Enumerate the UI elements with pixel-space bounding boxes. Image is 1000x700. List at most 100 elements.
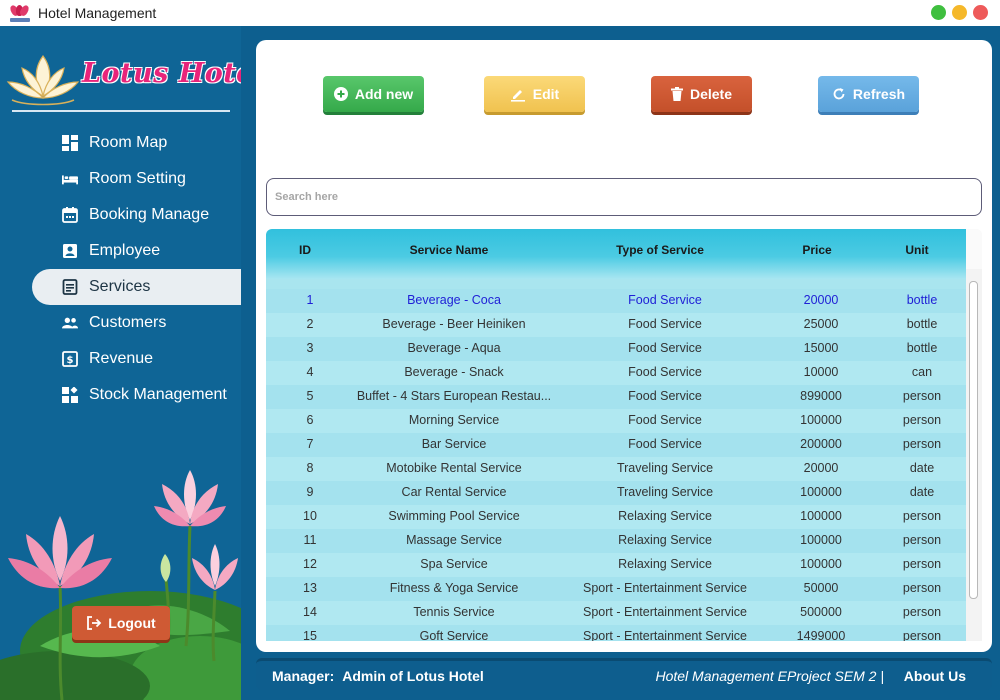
project-name: Hotel Management EProject SEM 2 | (655, 667, 884, 684)
table-cell: 25000 (803, 317, 839, 331)
about-us-link[interactable]: About Us (904, 668, 966, 684)
sidebar-nav: Room Map Room Setting Booking Manage Emp… (0, 125, 241, 413)
table-cell: Buffet - 4 Stars European Restau... (356, 389, 552, 403)
table-cell: Sport - Entertainment Service (583, 605, 747, 619)
table-cell: 1 (306, 293, 314, 307)
edit-label: Edit (532, 86, 560, 102)
column-header-id[interactable]: ID (299, 243, 311, 257)
table-cell: can (911, 365, 933, 379)
add-new-label: Add new (354, 86, 414, 102)
table-cell: 50000 (803, 581, 839, 595)
maximize-button[interactable] (952, 5, 967, 20)
money-icon: $ (62, 351, 78, 367)
sidebar-item-label: Room Setting (89, 170, 186, 187)
table-row[interactable]: 11 Massage Service Relaxing Service 100000 p… (266, 529, 966, 553)
table-row[interactable]: 2 Beverage - Beer Heiniken Food Service 250… (266, 313, 966, 337)
plus-circle-icon (333, 87, 348, 101)
table-cell: 15 (303, 629, 317, 641)
table-cell: 899000 (800, 389, 842, 403)
table-cell: 15000 (803, 341, 839, 355)
manager-label: Manager: (272, 667, 335, 684)
calendar-icon (62, 207, 78, 223)
lotus-logo-icon (6, 54, 80, 106)
services-table: ID Service Name Type of Service Price Un… (266, 229, 982, 641)
table-cell: 7 (306, 437, 314, 451)
table-cell: 14 (303, 605, 317, 619)
table-row[interactable]: 6 Morning Service Food Service 100000 person (266, 409, 966, 433)
logout-button[interactable]: Logout (72, 606, 170, 640)
table-cell: Motobike Rental Service (386, 461, 522, 475)
table-body: 1 Beverage - Coca Food Service 20000 bottle 2… (266, 279, 966, 641)
table-cell: Spa Service (420, 557, 488, 571)
sidebar: Lotus Hotel Room Map Room Setting Bookin… (0, 26, 241, 700)
table-cell: 20000 (803, 293, 839, 307)
sidebar-item-label: Stock Management (89, 386, 227, 403)
table-cell: Massage Service (406, 533, 502, 547)
app-icon (8, 3, 31, 22)
table-cell: Beverage - Beer Heiniken (382, 317, 526, 331)
table-row[interactable]: 5 Buffet - 4 Stars European Restau... Food… (266, 385, 966, 409)
table-cell: 100000 (800, 509, 842, 523)
widgets-icon (62, 387, 78, 403)
table-cell: Relaxing Service (618, 509, 712, 523)
sidebar-item-revenue[interactable]: $ Revenue (0, 341, 241, 377)
delete-button[interactable]: Delete (651, 76, 752, 112)
dashboard-icon (62, 135, 78, 151)
table-row[interactable]: 3 Beverage - Aqua Food Service 15000 bottle (266, 337, 966, 361)
refresh-icon (833, 88, 845, 100)
table-cell: Relaxing Service (618, 533, 712, 547)
edit-button[interactable]: Edit (484, 76, 585, 112)
close-button[interactable] (973, 5, 988, 20)
table-cell: 100000 (800, 557, 842, 571)
add-new-button[interactable]: Add new (323, 76, 424, 112)
table-cell: 2 (306, 317, 314, 331)
logout-label: Logout (108, 615, 156, 631)
sidebar-item-label: Revenue (89, 350, 154, 367)
table-cell: 13 (303, 581, 317, 595)
table-row[interactable]: 15 Goft Service Sport - Entertainment Serv… (266, 625, 966, 641)
table-cell: 12 (303, 557, 317, 571)
lotus-flowers-image (0, 470, 241, 700)
table-cell: 3 (306, 341, 314, 355)
table-cell: 100000 (800, 533, 842, 547)
column-header-unit[interactable]: Unit (905, 243, 928, 257)
table-row[interactable]: 13 Fitness & Yoga Service Sport - Entertai… (266, 577, 966, 601)
sidebar-item-customers[interactable]: Customers (0, 305, 241, 341)
table-row[interactable]: 4 Beverage - Snack Food Service 10000 can (266, 361, 966, 385)
search-input[interactable] (266, 178, 982, 216)
table-cell: Beverage - Coca (407, 293, 501, 307)
table-row[interactable]: 8 Motobike Rental Service Traveling Servic… (266, 457, 966, 481)
table-row[interactable]: 1 Beverage - Coca Food Service 20000 bottle (266, 289, 966, 313)
svg-text:$: $ (67, 355, 74, 366)
sidebar-item-room-setting[interactable]: Room Setting (0, 161, 241, 197)
scrollbar-thumb[interactable] (969, 281, 978, 599)
minimize-button[interactable] (931, 5, 946, 20)
table-row[interactable]: 7 Bar Service Food Service 200000 person (266, 433, 966, 457)
sidebar-item-room-map[interactable]: Room Map (0, 125, 241, 161)
table-cell: Morning Service (408, 413, 500, 427)
scrollbar-corner (966, 229, 982, 269)
document-icon (62, 279, 78, 295)
badge-icon (62, 243, 78, 259)
brand-logo: Lotus Hotel (4, 50, 241, 110)
sidebar-item-employee[interactable]: Employee (0, 233, 241, 269)
column-header-service-name[interactable]: Service Name (410, 243, 489, 257)
table-cell: date (909, 461, 935, 475)
refresh-button[interactable]: Refresh (818, 76, 919, 112)
table-cell: person (902, 581, 942, 595)
column-header-type[interactable]: Type of Service (616, 243, 704, 257)
main-panel: Add new Edit Delete Refresh ID Service N… (256, 40, 992, 652)
table-row[interactable]: 9 Car Rental Service Traveling Service 1000… (266, 481, 966, 505)
status-bar: Manager: Admin of Lotus Hotel Hotel Mana… (256, 658, 992, 690)
table-cell: 5 (306, 389, 314, 403)
table-cell: 9 (306, 485, 314, 499)
sidebar-item-booking-manage[interactable]: Booking Manage (0, 197, 241, 233)
table-row[interactable]: 12 Spa Service Relaxing Service 100000 perso… (266, 553, 966, 577)
sidebar-item-stock-management[interactable]: Stock Management (0, 377, 241, 413)
sidebar-item-services[interactable]: Services (32, 269, 241, 305)
table-row[interactable]: 10 Swimming Pool Service Relaxing Service 1… (266, 505, 966, 529)
table-cell: bottle (906, 341, 938, 355)
table-row[interactable]: 14 Tennis Service Sport - Entertainment Se… (266, 601, 966, 625)
delete-label: Delete (689, 86, 733, 102)
column-header-price[interactable]: Price (802, 243, 831, 257)
